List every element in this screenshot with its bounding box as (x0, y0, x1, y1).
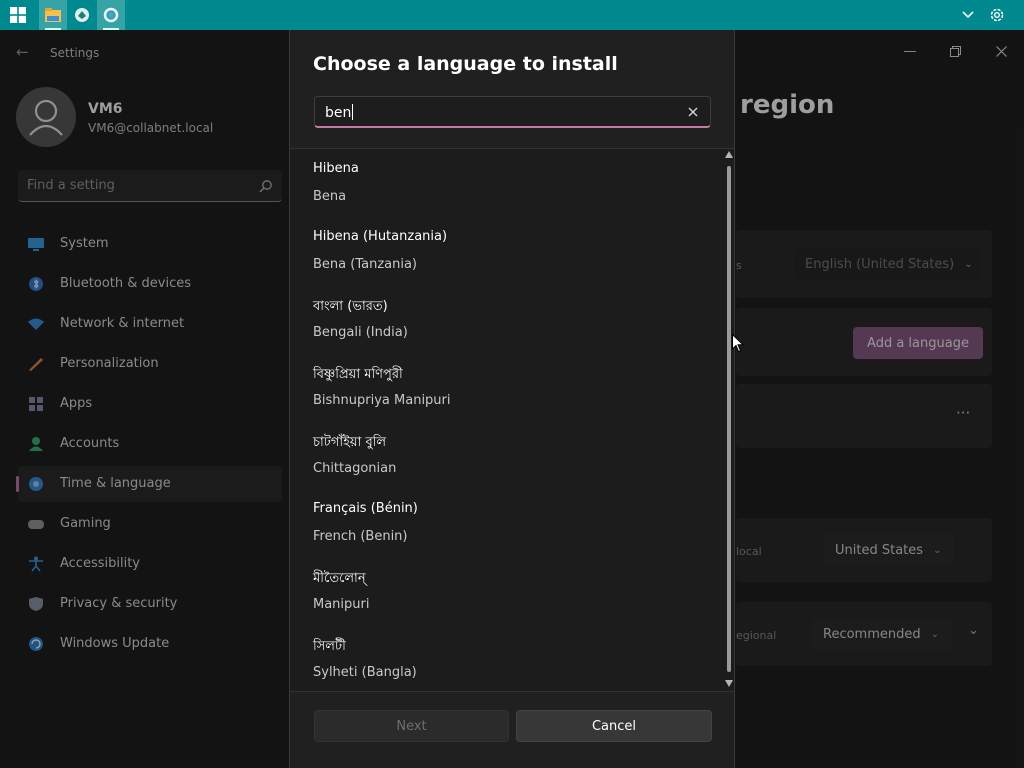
language-native-name: চাটগাঁইয়া বুলি (313, 435, 387, 450)
results-scrollbar[interactable] (724, 148, 734, 690)
language-english-name: Sylheti (Bangla) (313, 665, 417, 680)
language-english-name: Bena (313, 189, 347, 204)
list-item[interactable]: Hibena (Hutanzania) Bena (Tanzania) (290, 217, 720, 285)
language-native-name: বিষ্ণুপ্রিয়া মণিপুরী (313, 367, 403, 382)
language-native-name: Français (Bénin) (313, 501, 418, 516)
language-native-name: বাংলা (ভারত) (313, 299, 388, 314)
settings-app-icon[interactable] (97, 0, 125, 30)
scroll-up-arrow-icon[interactable] (725, 151, 733, 158)
list-item[interactable]: বাংলা (ভারত) Bengali (India) (290, 285, 720, 353)
file-explorer-icon[interactable] (39, 0, 67, 30)
language-search-input[interactable]: ben (314, 96, 711, 128)
windows-start-icon[interactable] (4, 0, 32, 30)
list-item[interactable]: Hibena Bena (290, 149, 720, 217)
language-english-name: French (Benin) (313, 529, 408, 544)
list-item[interactable]: Français (Bénin) French (Benin) (290, 489, 720, 557)
scrollbar-thumb[interactable] (727, 166, 731, 672)
list-item[interactable]: চাটগাঁইয়া বুলি Chittagonian (290, 421, 720, 489)
mouse-cursor-icon (732, 333, 745, 358)
clear-icon[interactable] (684, 103, 702, 121)
language-english-name: Chittagonian (313, 461, 397, 476)
language-english-name: Bengali (India) (313, 325, 408, 340)
cancel-button[interactable]: Cancel (516, 710, 712, 742)
language-native-name: সিলটী (313, 639, 346, 654)
list-item[interactable]: সিলটী Sylheti (Bangla) (290, 625, 720, 691)
language-native-name: Hibena (Hutanzania) (313, 229, 448, 244)
gear-icon[interactable] (983, 0, 1011, 30)
choose-language-dialog: Choose a language to install ben Hibena … (289, 30, 735, 768)
language-native-name: মীতৈলোন্ (313, 571, 366, 586)
dialog-title: Choose a language to install (313, 53, 618, 75)
app-icon[interactable] (68, 0, 96, 30)
chevron-up-icon[interactable] (954, 0, 982, 30)
list-item[interactable]: মীতৈলোন্ Manipuri (290, 557, 720, 625)
language-native-name: Hibena (313, 161, 359, 176)
search-value: ben (325, 105, 352, 121)
language-english-name: Manipuri (313, 597, 370, 612)
language-english-name: Bena (Tanzania) (313, 257, 417, 272)
list-item[interactable]: বিষ্ণুপ্রিয়া মণিপুরী Bishnupriya Manipu… (290, 353, 720, 421)
language-results-list: Hibena Bena Hibena (Hutanzania) Bena (Ta… (290, 148, 734, 692)
language-english-name: Bishnupriya Manipuri (313, 393, 451, 408)
taskbar (0, 0, 1024, 30)
scroll-down-arrow-icon[interactable] (725, 680, 733, 687)
next-button[interactable]: Next (314, 710, 509, 742)
